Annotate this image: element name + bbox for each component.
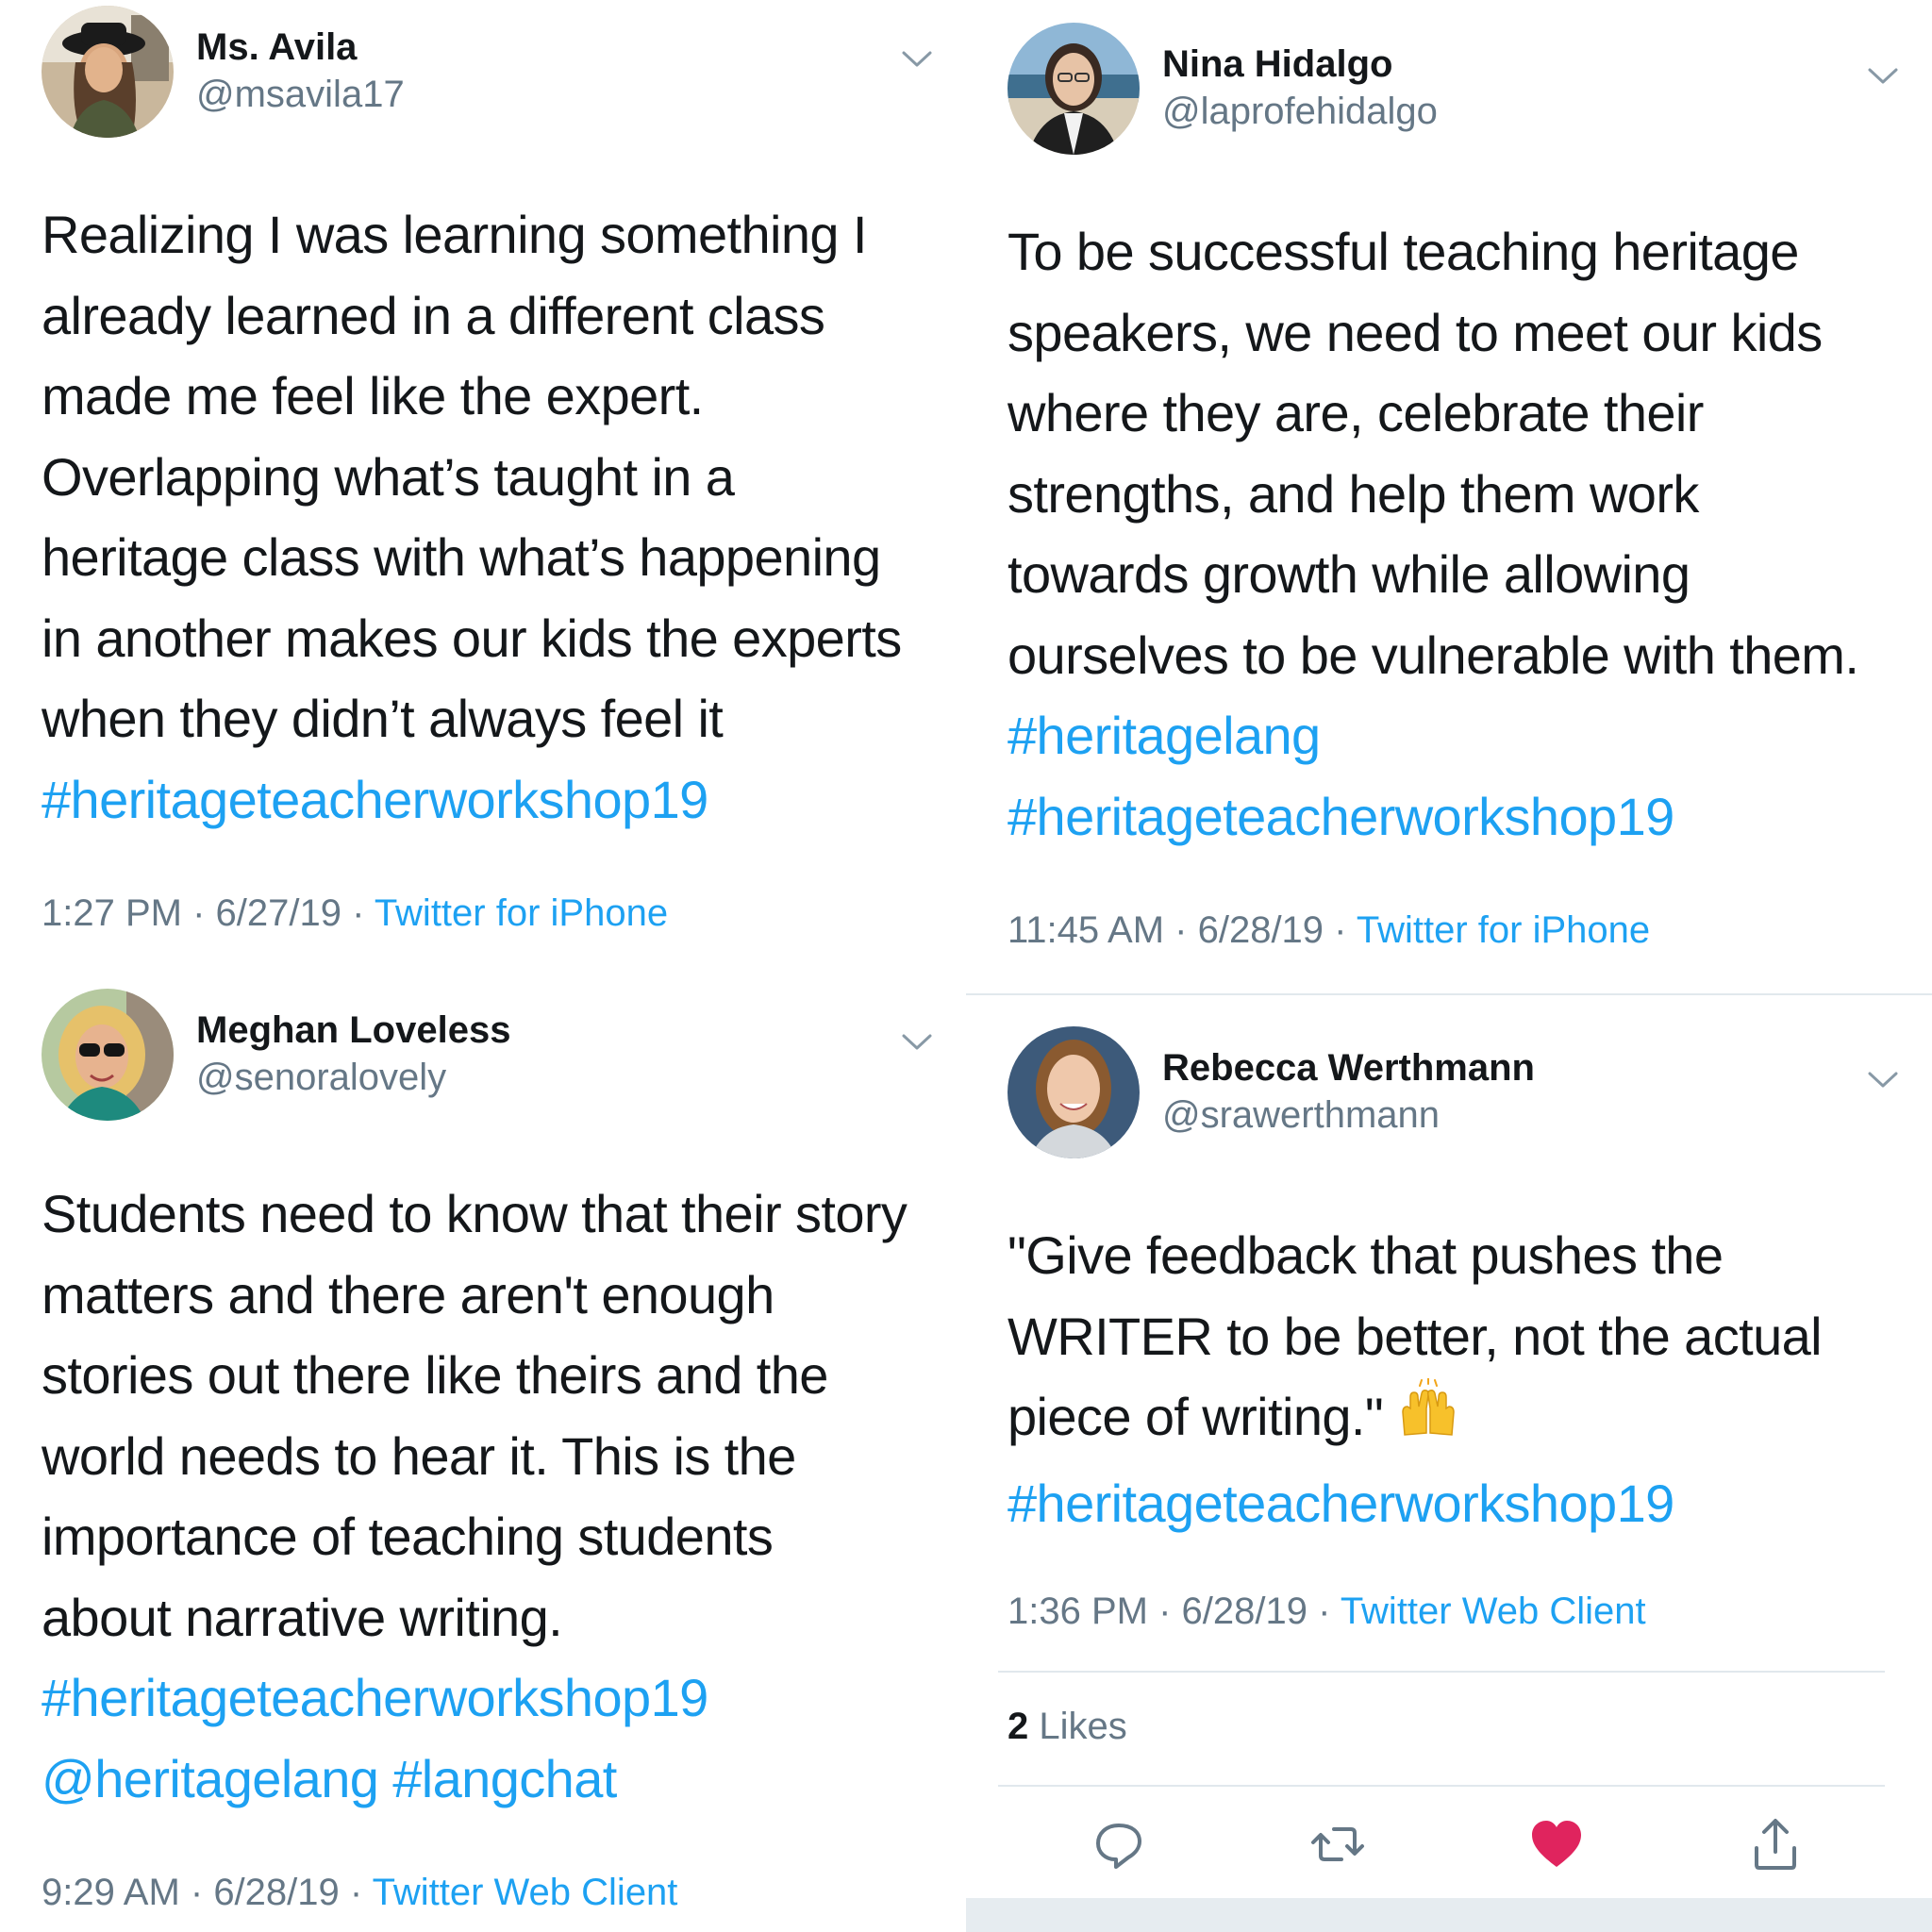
display-name[interactable]: Meghan Loveless — [196, 1009, 510, 1052]
display-name[interactable]: Rebecca Werthmann — [1162, 1047, 1535, 1090]
tweet-text: Students need to know that their story m… — [42, 1174, 908, 1820]
text-line: about narrative writing. — [42, 1587, 563, 1647]
text-line: piece of writing." — [1008, 1387, 1384, 1446]
tweet-meta: 9:29 AM · 6/28/19 · Twitter Web Client — [42, 1872, 677, 1914]
text-line: Overlapping what’s taught in a — [42, 446, 735, 507]
text-line-with-emoji: piece of writing." — [1008, 1376, 1822, 1463]
avatar-image — [42, 6, 174, 138]
likes-divider-top — [998, 1671, 1885, 1673]
chevron-down-icon[interactable] — [898, 1028, 936, 1055]
hashtag-link[interactable]: #heritageteacherworkshop19 — [1008, 776, 1858, 858]
chevron-down-icon[interactable] — [1864, 1066, 1902, 1092]
text-line: heritage class with what’s happening — [42, 527, 881, 587]
tweet-date: 6/28/19 — [213, 1872, 340, 1913]
tweet-time: 9:29 AM — [42, 1872, 180, 1913]
user-handle[interactable]: @laprofehidalgo — [1162, 91, 1438, 133]
mention-hashtag-link[interactable]: @heritagelang #langchat — [42, 1739, 907, 1820]
avatar-image — [1008, 1026, 1140, 1158]
tweet-source-link[interactable]: Twitter Web Client — [1341, 1591, 1646, 1632]
text-line: strengths, and help them work — [1008, 463, 1699, 524]
display-name[interactable]: Ms. Avila — [196, 26, 357, 69]
text-line: ourselves to be vulnerable with them. — [1008, 625, 1859, 685]
tweet-card: Meghan Loveless @senoralovely Students n… — [42, 989, 938, 1932]
retweet-icon[interactable] — [1309, 1816, 1366, 1873]
text-line: importance of teaching students — [42, 1507, 774, 1566]
hashtag-link[interactable]: #heritagelang — [1008, 695, 1858, 776]
avatar-image — [42, 989, 174, 1121]
meta-separator: · — [1324, 909, 1357, 951]
meta-separator: · — [179, 1872, 214, 1913]
chevron-down-icon[interactable] — [1864, 62, 1902, 89]
tweet-date: 6/28/19 — [1197, 909, 1324, 951]
bottom-strip — [966, 1898, 1932, 1932]
tweet-meta: 1:36 PM · 6/28/19 · Twitter Web Client — [1008, 1591, 1646, 1633]
chevron-down-icon[interactable] — [898, 45, 936, 72]
tweet-time: 1:27 PM — [42, 892, 182, 934]
tweet-text: Realizing I was learning something I alr… — [42, 194, 902, 840]
text-line: where they are, celebrate their — [1008, 383, 1704, 442]
text-line: when they didn’t always feel it — [42, 689, 724, 748]
hashtag-link[interactable]: #heritageteacherworkshop19 — [42, 759, 902, 841]
text-line: already learned in a different class — [42, 285, 825, 345]
likes-number: 2 — [1008, 1706, 1029, 1747]
likes-divider-bottom — [998, 1785, 1885, 1787]
text-line: To be successful teaching heritage — [1008, 222, 1799, 281]
text-line: towards growth while allowing — [1008, 544, 1690, 604]
meta-separator: · — [339, 1872, 373, 1913]
meta-separator: · — [181, 892, 216, 934]
text-line: world needs to hear it. This is the — [42, 1425, 796, 1486]
hashtag-link[interactable]: #heritageteacherworkshop19 — [42, 1657, 907, 1739]
tweet-date: 6/28/19 — [1181, 1591, 1307, 1632]
tweet-source-link[interactable]: Twitter for iPhone — [375, 892, 668, 934]
avatar[interactable] — [42, 6, 174, 138]
tweet-card: Rebecca Werthmann @srawerthmann "Give fe… — [1008, 1026, 1904, 1687]
heart-icon[interactable] — [1528, 1816, 1585, 1873]
tweet-meta: 11:45 AM · 6/28/19 · Twitter for iPhone — [1008, 909, 1650, 952]
tweet-time: 11:45 AM — [1008, 909, 1165, 951]
text-line: Students need to know that their story — [42, 1184, 908, 1243]
tweet-card: Ms. Avila @msavila17 Realizing I was lea… — [42, 6, 938, 949]
avatar[interactable] — [1008, 1026, 1140, 1158]
avatar[interactable] — [1008, 23, 1140, 155]
likes-label: Likes — [1039, 1706, 1127, 1747]
user-handle[interactable]: @senoralovely — [196, 1057, 446, 1099]
user-handle[interactable]: @msavila17 — [196, 74, 405, 116]
raising-hands-emoji — [1397, 1377, 1459, 1463]
hashtag-link[interactable]: #heritageteacherworkshop19 — [1008, 1463, 1822, 1544]
meta-separator: · — [1307, 1591, 1341, 1632]
tweet-source-link[interactable]: Twitter Web Client — [373, 1872, 678, 1913]
likes-count[interactable]: 2 Likes — [1008, 1706, 1127, 1748]
text-line: speakers, we need to meet our kids — [1008, 302, 1823, 362]
text-line: WRITER to be better, not the actual — [1008, 1306, 1823, 1366]
tweet-text: To be successful teaching heritage speak… — [1008, 211, 1859, 858]
reply-icon[interactable] — [1091, 1816, 1147, 1873]
tweet-date: 6/27/19 — [215, 892, 341, 934]
user-handle[interactable]: @srawerthmann — [1162, 1094, 1440, 1137]
meta-separator: · — [1164, 909, 1198, 951]
tweet-time: 1:36 PM — [1008, 1591, 1148, 1632]
tweet-card: Nina Hidalgo @laprofehidalgo To be succe… — [1008, 23, 1904, 966]
tweet-divider — [966, 993, 1932, 995]
text-line: in another makes our kids the experts — [42, 608, 902, 668]
text-line: matters and there aren't enough — [42, 1264, 774, 1324]
meta-separator: · — [1147, 1591, 1182, 1632]
display-name[interactable]: Nina Hidalgo — [1162, 43, 1392, 86]
text-line: stories out there like theirs and the — [42, 1345, 828, 1405]
meta-separator: · — [341, 892, 375, 934]
tweet-source-link[interactable]: Twitter for iPhone — [1357, 909, 1650, 951]
text-line: made me feel like the expert. — [42, 366, 704, 425]
avatar-image — [1008, 23, 1140, 155]
share-icon[interactable] — [1747, 1816, 1804, 1873]
tweet-text: "Give feedback that pushes the WRITER to… — [1008, 1215, 1823, 1544]
avatar[interactable] — [42, 989, 174, 1121]
tweet-meta: 1:27 PM · 6/27/19 · Twitter for iPhone — [42, 892, 668, 935]
tweet-action-bar — [998, 1816, 1885, 1873]
text-line: Realizing I was learning something I — [42, 205, 867, 264]
text-line: "Give feedback that pushes the — [1008, 1225, 1724, 1285]
